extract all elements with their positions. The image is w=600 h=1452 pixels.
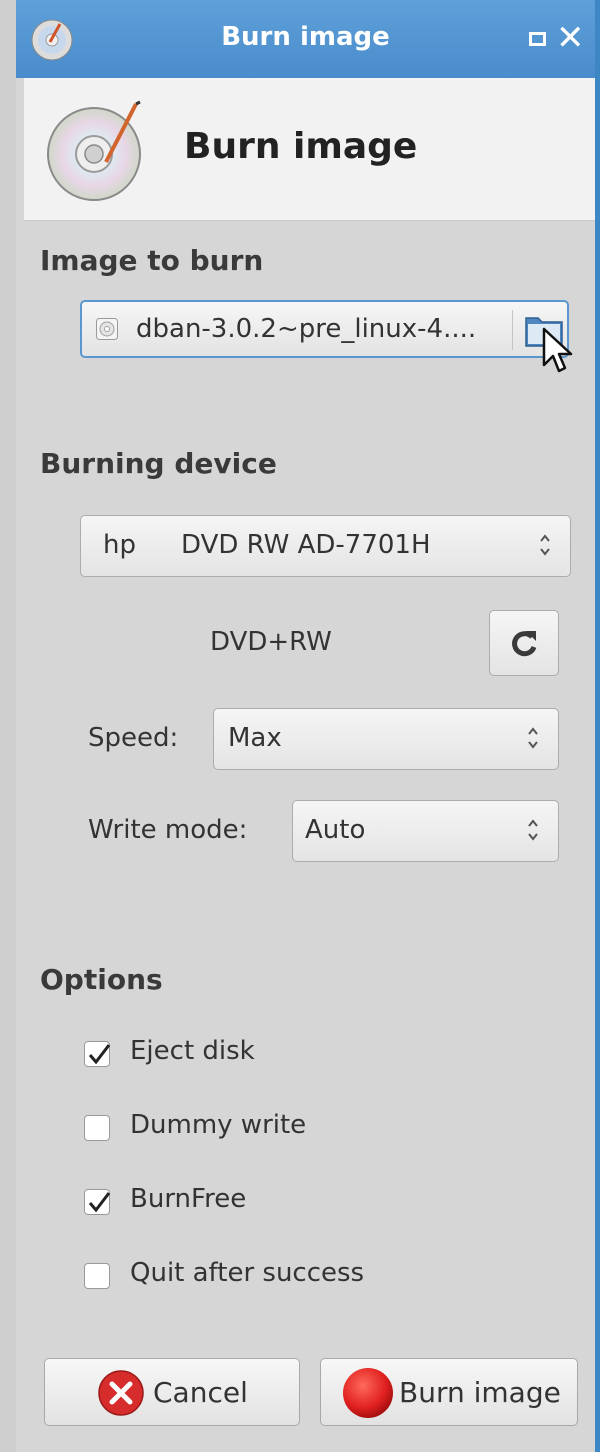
maximize-icon[interactable] — [529, 32, 546, 46]
cancel-label: Cancel — [153, 1376, 248, 1409]
burning-device-select[interactable]: hp DVD RW AD-7701H — [80, 515, 571, 577]
window-left-edge — [0, 0, 16, 1452]
options-heading: Options — [40, 963, 163, 996]
cancel-button[interactable]: Cancel — [44, 1358, 300, 1426]
select-arrows-icon — [528, 727, 538, 749]
title-bar[interactable]: Burn image ✕ — [16, 0, 595, 78]
burn-image-window: Burn image ✕ Burn image Image to burn db… — [0, 0, 600, 1452]
write-mode-label: Write mode: — [88, 815, 248, 845]
drive-vendor: hp — [103, 530, 136, 560]
burn-image-button[interactable]: Burn image — [320, 1358, 578, 1426]
dialog-header: Burn image — [24, 78, 595, 221]
checkbox-box[interactable] — [84, 1041, 111, 1067]
disc-type-label: DVD+RW — [210, 627, 332, 657]
checkmark-icon — [88, 1192, 111, 1213]
window-title: Burn image — [221, 22, 390, 52]
refresh-icon — [512, 631, 537, 657]
write-mode-value: Auto — [305, 815, 366, 845]
header-title: Burn image — [184, 126, 418, 167]
drive-model: DVD RW AD-7701H — [181, 530, 431, 560]
cancel-icon — [98, 1370, 144, 1416]
speed-label: Speed: — [88, 723, 179, 753]
write-mode-select[interactable]: Auto — [292, 800, 559, 862]
disc-burn-icon — [47, 100, 141, 201]
image-file-name: dban-3.0.2~pre_linux-4.... — [136, 314, 477, 344]
checkbox-box[interactable] — [84, 1263, 110, 1289]
burn-record-icon — [343, 1368, 393, 1418]
select-arrows-icon — [540, 534, 550, 556]
mouse-pointer-icon — [542, 327, 573, 373]
window-right-edge — [595, 0, 600, 1452]
burning-device-heading: Burning device — [40, 447, 277, 480]
image-file-chooser[interactable]: dban-3.0.2~pre_linux-4.... — [80, 300, 569, 358]
refresh-button[interactable] — [489, 610, 559, 676]
image-to-burn-heading: Image to burn — [40, 244, 264, 277]
speed-value: Max — [228, 723, 282, 753]
checkbox-label: Dummy write — [130, 1110, 307, 1140]
select-arrows-icon — [528, 819, 538, 841]
checkmark-icon — [88, 1044, 111, 1065]
burn-image-label: Burn image — [399, 1376, 561, 1409]
checkbox-label: Quit after success — [130, 1258, 365, 1288]
chooser-separator — [512, 310, 513, 350]
close-icon[interactable]: ✕ — [556, 18, 585, 58]
checkbox-label: Eject disk — [130, 1036, 255, 1066]
disc-file-icon — [96, 318, 118, 340]
checkbox-label: BurnFree — [130, 1184, 247, 1214]
speed-select[interactable]: Max — [213, 708, 559, 770]
checkbox-box[interactable] — [84, 1189, 111, 1215]
checkbox-box[interactable] — [84, 1115, 110, 1141]
